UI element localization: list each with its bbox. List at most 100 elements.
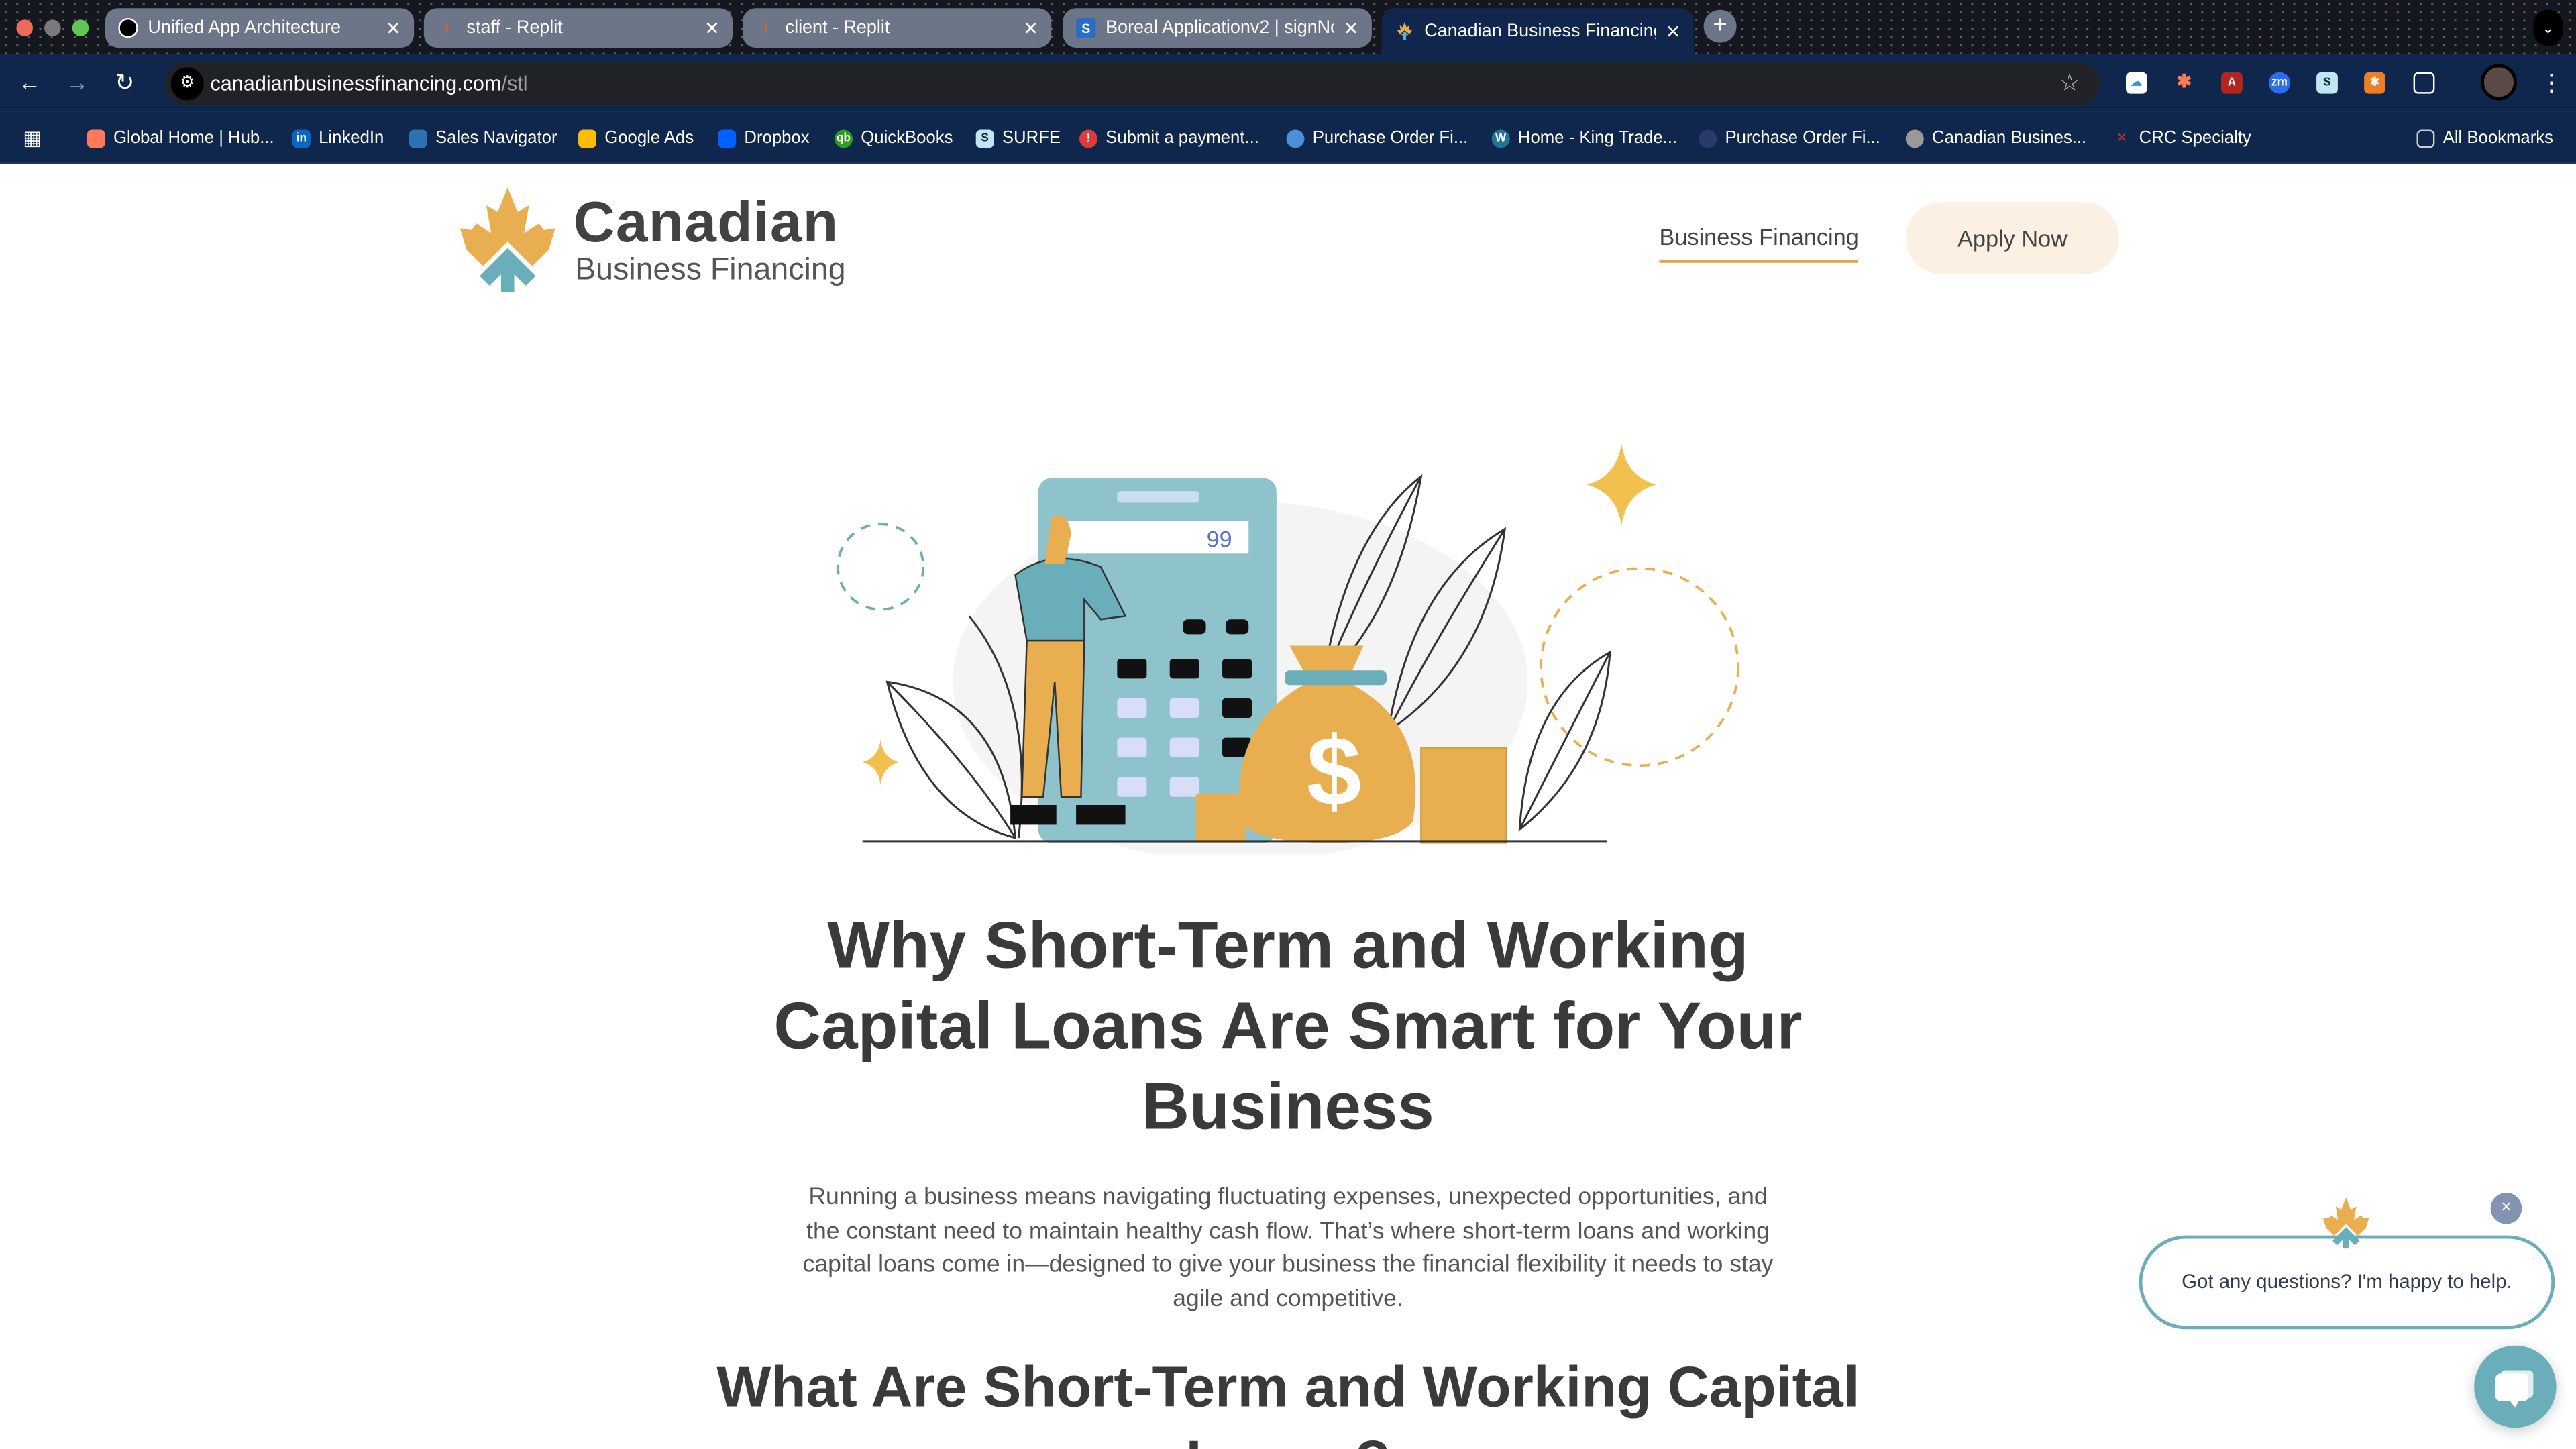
url-path: /stl [501,72,528,96]
bookmark-item[interactable]: Purchase Order Fi... [1699,128,1880,148]
bookmark-label: LinkedIn [319,128,384,148]
chat-close-button[interactable]: × [2490,1192,2522,1224]
bookmark-label: Purchase Order Fi... [1725,128,1880,148]
browser-toolbar: ← → ↻ ⚙ canadianbusinessfinancing.com/st… [0,54,2576,112]
chat-prompt-text: Got any questions? I'm happy to help. [2182,1270,2512,1293]
hubspot-sales-extension-icon[interactable]: ✱ [2364,72,2385,94]
bookmark-item[interactable]: Canadian Busines... [1905,128,2087,148]
svg-text:$: $ [1307,716,1362,826]
wordpress-icon: W [1491,129,1510,148]
calculator-display: 99 [1207,527,1232,553]
close-tab-icon[interactable]: ✕ [1666,21,1681,42]
folder-icon [2416,129,2435,148]
tab-title: Boreal Applicationv2 | signNow [1106,17,1334,38]
apps-grid-icon[interactable]: ▦ [23,127,42,150]
bookmark-label: Dropbox [744,128,810,148]
signnow-icon: S [1076,17,1096,38]
close-tab-icon[interactable]: ✕ [704,17,720,38]
bookmark-star-icon[interactable]: ☆ [2059,69,2080,97]
bookmark-label: Google Ads [604,128,694,148]
bookmark-item[interactable]: ! Submit a payment... [1079,128,1259,148]
purchase-order-icon [1286,129,1305,148]
bookmark-item[interactable]: Global Home | Hub... [87,128,274,148]
chat-prompt-bubble[interactable]: Got any questions? I'm happy to help. [2139,1235,2555,1330]
maximize-window-button[interactable] [72,19,89,36]
zoom-extension-icon[interactable]: zm [2269,72,2290,94]
hubspot-extension-icon[interactable]: ✱ [2174,72,2195,94]
bookmark-label: Global Home | Hub... [113,128,274,148]
sparkle-icon [862,739,899,786]
site-logo[interactable]: Canadian Business Financing [457,184,859,296]
chat-bubble-icon [2496,1370,2534,1408]
dropbox-icon [718,129,737,148]
close-window-button[interactable] [16,19,33,36]
new-tab-button[interactable]: + [1703,9,1737,43]
bookmark-label: Home - King Trade... [1517,128,1678,148]
tab-client-replit[interactable]: ⁞ client - Replit ✕ [742,8,1052,48]
extensions-puzzle-icon[interactable] [2413,72,2435,94]
all-bookmarks-label: All Bookmarks [2443,128,2554,148]
purchase-order-icon [1699,129,1717,148]
nav-business-financing[interactable]: Business Financing [1659,223,1859,263]
bookmark-label: SURFE [1002,128,1061,148]
tab-title: Canadian Business Financing [1424,21,1656,42]
crc-icon: ✕ [2116,132,2127,144]
intro-paragraph: Running a business means navigating fluc… [802,1184,1774,1312]
menu-kebab-icon[interactable]: ⋮ [2540,69,2563,97]
profile-avatar[interactable] [2480,64,2517,101]
minimize-window-button[interactable] [44,19,61,36]
back-icon[interactable]: ← [18,69,41,95]
quickbooks-icon: qb [835,129,853,148]
tab-unified-app-architecture[interactable]: Unified App Architecture ✕ [105,8,415,48]
globe-icon [1905,129,1924,148]
bookmark-item[interactable]: Purchase Order Fi... [1286,128,1468,148]
url-text[interactable]: canadianbusinessfinancing.com/stl [210,72,527,95]
bookmark-item[interactable]: ✕ CRC Specialty [2112,128,2251,148]
site-info-icon[interactable]: ⚙ [170,67,204,101]
page-heading: Why Short-Term and Working Capital Loans… [773,910,1803,1144]
tab-boreal-application[interactable]: S Boreal Applicationv2 | signNow ✕ [1063,8,1372,48]
close-tab-icon[interactable]: ✕ [1023,17,1038,38]
bookmark-label: Sales Navigator [435,128,557,148]
tab-staff-replit[interactable]: ⁞ staff - Replit ✕ [423,8,733,48]
all-bookmarks-button[interactable]: All Bookmarks [2416,128,2553,148]
bookmark-item[interactable]: in LinkedIn [292,128,384,148]
section-heading: What Are Short-Term and Working Capital … [716,1355,1860,1449]
bookmark-label: Purchase Order Fi... [1312,128,1468,148]
forward-icon[interactable]: → [66,69,89,95]
close-tab-icon[interactable]: ✕ [386,17,401,38]
surfe-icon: S [975,129,994,148]
bookmark-label: QuickBooks [861,128,953,148]
tab-search-button[interactable]: ⌄ [2533,9,2563,46]
tab-canadian-business-financing[interactable]: Canadian Business Financing ✕ [1381,8,1694,54]
cloud-extension-icon[interactable]: ☁ [2126,72,2147,94]
chat-launcher-button[interactable] [2474,1345,2557,1428]
logo-line2: Business Financing [575,253,846,288]
bookmark-item[interactable]: Google Ads [578,128,694,148]
surfe-extension-icon[interactable]: S [2316,72,2338,94]
bookmark-label: Canadian Busines... [1932,128,2087,148]
url-host: canadianbusinessfinancing.com [210,72,502,96]
tab-title: client - Replit [785,17,890,38]
bookmark-item[interactable]: qb QuickBooks [835,128,953,148]
bookmark-label: Submit a payment... [1106,128,1259,148]
bookmark-item[interactable]: Sales Navigator [409,128,557,148]
address-bar[interactable]: ⚙ canadianbusinessfinancing.com/stl ☆ [164,62,2100,105]
bookmark-item[interactable]: W Home - King Trade... [1491,128,1678,148]
logo-line1: Canadian [573,191,839,255]
reload-icon[interactable]: ↻ [115,69,134,97]
close-tab-icon[interactable]: ✕ [1344,17,1359,38]
web-page: Canadian Business Financing Business Fin… [0,164,2576,1449]
dashed-circle-icon [837,523,925,611]
linkedin-icon: in [292,129,311,148]
bookmark-item[interactable]: S SURFE [975,128,1061,148]
maple-leaf-arrow-icon [460,187,555,292]
tab-title: Unified App Architecture [148,17,341,38]
compass-icon [409,129,427,148]
bookmark-item[interactable]: Dropbox [718,128,810,148]
payment-pin-icon: ! [1079,129,1097,148]
bookmarks-bar: ▦ Global Home | Hub... in LinkedIn Sales … [0,111,2576,164]
acrobat-extension-icon[interactable]: A [2221,72,2243,94]
dashed-circle-icon [1540,567,1739,767]
apply-now-button[interactable]: Apply Now [1905,202,2120,274]
